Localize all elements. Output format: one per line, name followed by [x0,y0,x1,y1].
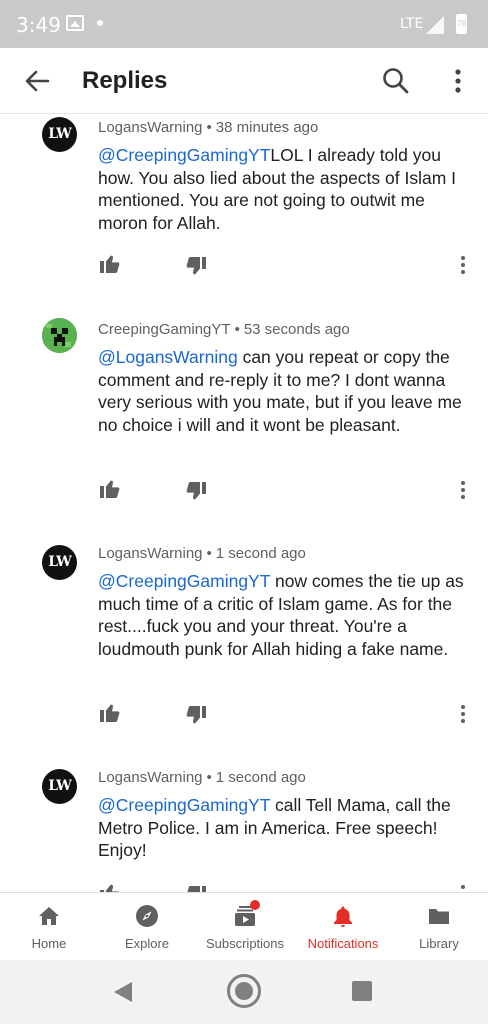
comment-meta: LogansWarning • 1 second ago [98,769,306,786]
nav-label: Subscriptions [205,936,285,951]
battery-icon: 76 [456,14,467,34]
nav-notifications[interactable]: Notifications [294,893,392,961]
system-recents-icon[interactable] [352,981,372,1001]
mention-link[interactable]: @CreepingGamingYT [98,145,270,165]
comment-author[interactable]: CreepingGamingYT [98,321,231,338]
meta-separator: • [206,119,212,136]
app-bar: Replies [0,48,488,114]
bottom-nav: Home Explore Subscriptions Notifications… [0,892,488,960]
comment-time: 53 seconds ago [243,321,350,338]
comment-text: @LogansWarning can you repeat or copy th… [98,346,468,436]
status-time: 3:49 [16,13,61,37]
signal-icon [426,16,444,34]
avatar[interactable]: LW [42,545,77,580]
notification-dot-icon [97,20,103,26]
creeper-face-icon [42,318,77,353]
home-icon [39,907,59,925]
comment-meta: LogansWarning • 38 minutes ago [98,119,318,136]
comment-text: @CreepingGamingYTLOL I already told you … [98,144,468,234]
comment-text: @CreepingGamingYT call Tell Mama, call t… [98,794,468,862]
status-bar: 3:49 LTE 76 [0,0,488,48]
system-home-icon[interactable] [227,974,261,1008]
nav-label: Notifications [307,936,379,951]
bell-icon [334,906,352,927]
compass-icon [136,905,158,927]
comment-author[interactable]: LogansWarning [98,769,203,786]
comment-more-icon[interactable] [456,702,470,726]
like-icon[interactable] [98,476,122,500]
dislike-icon[interactable] [184,704,208,728]
nav-home[interactable]: Home [0,893,98,961]
mention-link[interactable]: @LogansWarning [98,347,238,367]
image-notification-icon [66,15,84,31]
folder-icon [429,909,449,924]
replies-list: LW LogansWarning • 38 minutes ago @Creepin… [0,114,488,892]
mention-link[interactable]: @CreepingGamingYT [98,571,270,591]
nav-library[interactable]: Library [390,893,488,961]
new-content-dot [250,900,260,910]
system-back-icon[interactable] [112,980,134,1004]
nav-label: Explore [124,936,170,951]
like-icon[interactable] [98,880,122,892]
comment-time: 1 second ago [215,545,306,562]
nav-label: Home [31,936,67,951]
comment-meta: LogansWarning • 1 second ago [98,545,306,562]
dislike-icon[interactable] [184,255,208,279]
meta-separator: • [206,769,212,786]
mention-link[interactable]: @CreepingGamingYT [98,795,270,815]
nav-label: Library [419,936,459,951]
comment-more-icon[interactable] [456,882,470,892]
comment-author[interactable]: LogansWarning [98,545,203,562]
like-icon[interactable] [98,700,122,724]
system-nav-bar [0,960,488,1024]
more-options-icon[interactable] [444,65,472,97]
meta-separator: • [234,321,240,338]
page-title: Replies [82,67,168,94]
comment-author[interactable]: LogansWarning [98,119,203,136]
comment-more-icon[interactable] [456,478,470,502]
search-icon[interactable] [380,65,412,97]
meta-separator: • [206,545,212,562]
like-icon[interactable] [98,251,122,275]
comment-time: 1 second ago [215,769,306,786]
avatar[interactable]: LW [42,769,77,804]
comment-meta: CreepingGamingYT • 53 seconds ago [98,321,350,338]
back-arrow-icon[interactable] [20,64,54,98]
avatar[interactable]: LW [42,117,77,152]
comment-time: 38 minutes ago [215,119,319,136]
dislike-icon[interactable] [184,480,208,504]
avatar[interactable] [42,318,77,353]
comment-text: @CreepingGamingYT now comes the tie up a… [98,570,468,660]
nav-explore[interactable]: Explore [98,893,196,961]
network-type: LTE [400,16,424,32]
comment-more-icon[interactable] [456,253,470,277]
nav-subscriptions[interactable]: Subscriptions [196,893,294,961]
dislike-icon[interactable] [184,884,208,892]
